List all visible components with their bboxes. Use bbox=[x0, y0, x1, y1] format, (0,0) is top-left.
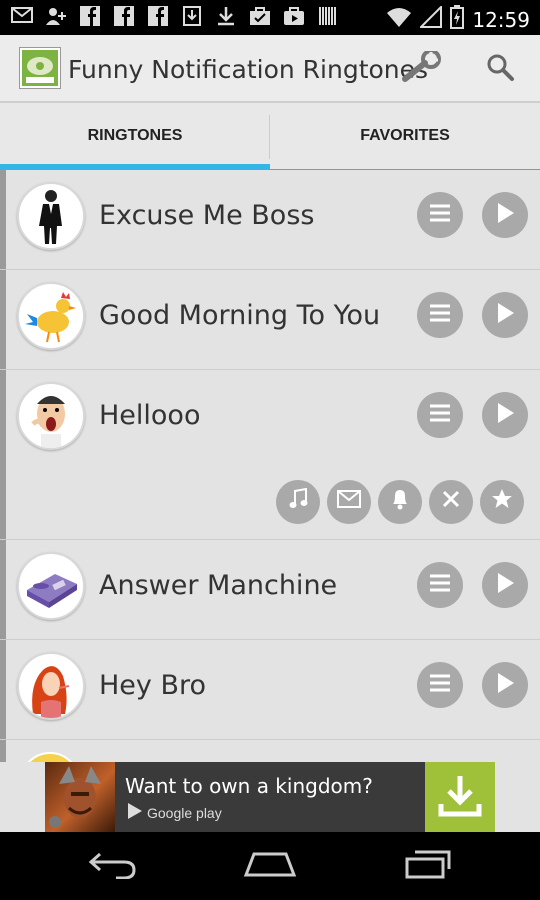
list-item[interactable]: Answer Manchine bbox=[0, 540, 540, 640]
play-button[interactable] bbox=[482, 562, 528, 608]
star-icon bbox=[491, 488, 513, 516]
answering-machine-avatar bbox=[17, 552, 85, 620]
settings-button[interactable] bbox=[400, 48, 444, 89]
ad-banner[interactable]: Want to own a kingdom? Google play bbox=[45, 762, 495, 832]
ringtone-menu-button[interactable] bbox=[417, 192, 463, 238]
battery-charging-icon bbox=[450, 5, 465, 34]
play-button[interactable] bbox=[482, 292, 528, 338]
google-play-icon bbox=[127, 802, 143, 823]
ringtone-menu-button[interactable] bbox=[417, 292, 463, 338]
list-item[interactable]: Hey Bro bbox=[0, 640, 540, 740]
ringtone-actions bbox=[276, 480, 524, 524]
search-button[interactable] bbox=[478, 49, 522, 89]
ringtone-menu-button[interactable] bbox=[417, 562, 463, 608]
download-icon bbox=[180, 6, 204, 28]
menu-icon bbox=[428, 673, 452, 698]
status-bar: 12:59 bbox=[0, 0, 540, 35]
checkmark-bag-icon bbox=[248, 6, 272, 28]
play-icon bbox=[495, 572, 515, 599]
recent-apps-icon bbox=[403, 849, 453, 884]
envelope-icon bbox=[337, 490, 361, 514]
red-haired-girl-avatar bbox=[17, 652, 85, 720]
play-icon bbox=[495, 672, 515, 699]
play-button[interactable] bbox=[482, 662, 528, 708]
row-accent-bar bbox=[0, 540, 6, 639]
play-icon bbox=[495, 302, 515, 329]
yelling-man-avatar bbox=[17, 382, 85, 450]
ringtone-title: Hey Bro bbox=[99, 670, 207, 701]
set-notification-sound-button[interactable] bbox=[327, 480, 371, 524]
google-play-badge: Google play bbox=[127, 802, 222, 823]
ad-headline: Want to own a kingdom? bbox=[125, 774, 373, 798]
tab-bar: RINGTONES FAVORITES bbox=[0, 103, 540, 171]
play-icon bbox=[495, 402, 515, 429]
gmail-icon bbox=[10, 6, 34, 28]
home-button[interactable] bbox=[235, 846, 305, 886]
app-logo[interactable] bbox=[20, 48, 60, 88]
ringtone-title: Hellooo bbox=[99, 400, 201, 431]
briefcase-icon bbox=[282, 6, 306, 28]
row-accent-bar bbox=[0, 370, 6, 539]
row-accent-bar bbox=[0, 740, 6, 762]
action-bar: Funny Notification Ringtones bbox=[0, 35, 540, 103]
list-item-partial[interactable] bbox=[0, 740, 540, 762]
play-icon bbox=[495, 202, 515, 229]
wifi-icon bbox=[386, 6, 412, 33]
tab-favorites[interactable]: FAVORITES bbox=[270, 103, 540, 170]
wrench-icon bbox=[401, 48, 443, 88]
ringtone-menu-button[interactable] bbox=[417, 392, 463, 438]
signal-icon bbox=[418, 4, 443, 33]
play-button[interactable] bbox=[482, 192, 528, 238]
music-note-icon bbox=[288, 487, 308, 516]
list-item[interactable]: Good Morning To You bbox=[0, 270, 540, 370]
download-icon bbox=[214, 6, 238, 28]
ringtone-avatar bbox=[20, 752, 80, 762]
ringtone-list[interactable]: Excuse Me Boss Good Morning To You Hello… bbox=[0, 170, 540, 762]
app-title: Funny Notification Ringtones bbox=[68, 55, 429, 84]
ringtone-title: Answer Manchine bbox=[99, 570, 338, 601]
row-accent-bar bbox=[0, 640, 6, 739]
play-button[interactable] bbox=[482, 392, 528, 438]
menu-icon bbox=[428, 573, 452, 598]
ringtone-title: Excuse Me Boss bbox=[99, 200, 315, 231]
ringtone-title: Good Morning To You bbox=[99, 300, 381, 331]
list-item[interactable]: Excuse Me Boss bbox=[0, 170, 540, 270]
system-status: 12:59 bbox=[386, 4, 530, 34]
businessman-avatar bbox=[17, 182, 85, 250]
store-label: Google play bbox=[147, 804, 222, 821]
rooster-avatar bbox=[17, 282, 85, 350]
facebook-icon bbox=[78, 6, 102, 28]
add-favorite-button[interactable] bbox=[480, 480, 524, 524]
tab-ringtones[interactable]: RINGTONES bbox=[0, 103, 270, 170]
ringtone-menu-button[interactable] bbox=[417, 662, 463, 708]
row-accent-bar bbox=[0, 270, 6, 369]
download-icon bbox=[437, 772, 483, 823]
ad-game-image bbox=[45, 762, 115, 832]
search-icon bbox=[485, 52, 515, 87]
ad-download-button[interactable] bbox=[425, 762, 495, 832]
back-button[interactable] bbox=[77, 846, 147, 886]
close-icon bbox=[441, 489, 461, 515]
clock: 12:59 bbox=[472, 7, 530, 32]
set-ringtone-button[interactable] bbox=[276, 480, 320, 524]
facebook-icon bbox=[146, 6, 170, 28]
home-icon bbox=[242, 850, 298, 883]
delete-button[interactable] bbox=[429, 480, 473, 524]
back-icon bbox=[86, 849, 138, 884]
bell-icon bbox=[389, 488, 411, 516]
navigation-bar bbox=[0, 832, 540, 900]
menu-icon bbox=[428, 403, 452, 428]
menu-icon bbox=[428, 203, 452, 228]
add-contact-icon bbox=[44, 6, 68, 28]
facebook-icon bbox=[112, 6, 136, 28]
list-item-expanded[interactable]: Hellooo bbox=[0, 370, 540, 540]
menu-icon bbox=[428, 303, 452, 328]
row-accent-bar bbox=[0, 170, 6, 269]
set-alarm-button[interactable] bbox=[378, 480, 422, 524]
recent-apps-button[interactable] bbox=[393, 846, 463, 886]
notification-icons bbox=[10, 6, 340, 28]
barcode-icon bbox=[316, 6, 340, 28]
